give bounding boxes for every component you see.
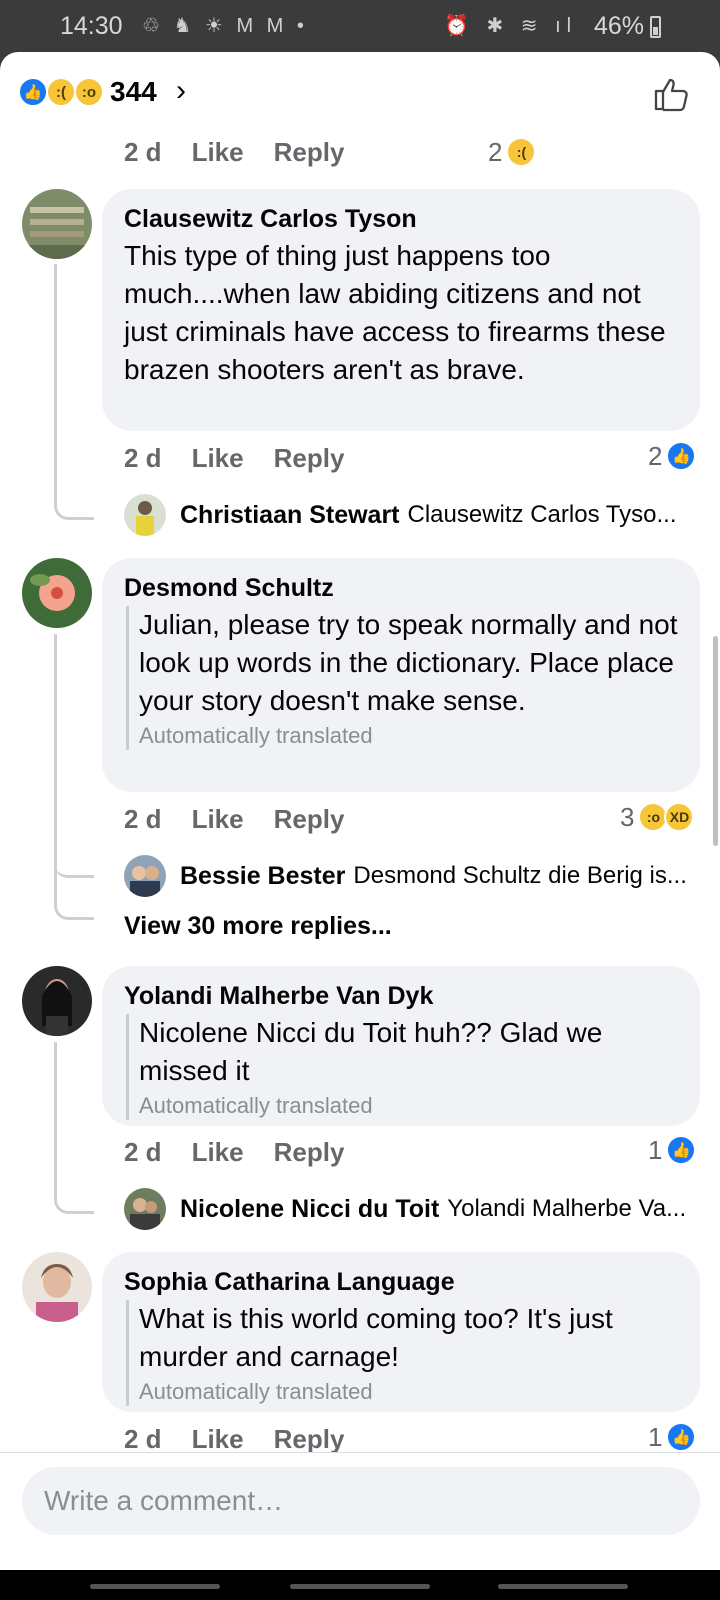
like-button[interactable]: Like [192, 1137, 244, 1168]
battery-percent: 46% [594, 12, 645, 40]
translated-block: Nicolene Nicci du Toit huh?? Glad we mis… [126, 1014, 678, 1120]
reply-author[interactable]: Christiaan Stewart [180, 501, 400, 530]
comment-text: Julian, please try to speak normally and… [139, 609, 678, 716]
reaction-tally-count: 3 [620, 801, 635, 832]
comment-actions: 2 d Like Reply [124, 134, 344, 170]
reply-button[interactable]: Reply [274, 443, 345, 474]
reply-button[interactable]: Reply [274, 1424, 345, 1455]
auto-translated-label[interactable]: Automatically translated [139, 1378, 678, 1406]
reply-snippet: Clausewitz Carlos Tyso... [407, 501, 677, 528]
reply-avatar[interactable] [124, 855, 166, 897]
thread-line [54, 870, 94, 920]
reply-snippet: Desmond Schultz die Berig is... [353, 862, 687, 889]
comment-bubble[interactable]: Clausewitz Carlos Tyson This type of thi… [102, 189, 700, 431]
comment-text: What is this world coming too? It's just… [139, 1303, 613, 1372]
comment-author[interactable]: Sophia Catharina Language [124, 1266, 678, 1298]
auto-translated-label[interactable]: Automatically translated [139, 722, 678, 750]
comment-time: 2 d [124, 803, 162, 834]
comment-author[interactable]: Desmond Schultz [124, 572, 678, 604]
wow-reaction-icon: :o [74, 77, 104, 107]
thread-line [54, 1042, 94, 1214]
like-reaction-icon: 👍 [666, 1135, 697, 1165]
reply-author[interactable]: Bessie Bester [180, 862, 345, 891]
status-time: 14:30 [60, 12, 123, 40]
reaction-tally-count: 2 [648, 440, 663, 471]
avatar[interactable] [22, 966, 92, 1036]
sad-reaction-icon: :( [46, 77, 76, 107]
reaction-tally[interactable]: 2 👍 [648, 438, 697, 474]
reply-avatar[interactable] [124, 494, 166, 536]
recents-nav-button[interactable] [90, 1584, 220, 1589]
chevron-right-icon[interactable]: › [176, 74, 186, 108]
comment-time: 2 d [124, 442, 162, 473]
avatar[interactable] [22, 558, 92, 628]
system-icons: ⏰ ✱ ≋ ıl [444, 15, 578, 37]
reply-author[interactable]: Nicolene Nicci du Toit [180, 1195, 439, 1224]
like-reaction-icon: 👍 [666, 441, 697, 471]
reactions-header[interactable]: 👍 :( :o 344 › [0, 52, 720, 132]
sad-reaction-icon: :( [506, 137, 537, 167]
scrollbar[interactable] [713, 636, 718, 846]
comment-bubble[interactable]: Yolandi Malherbe Van Dyk Nicolene Nicci … [102, 966, 700, 1126]
reaction-tally-count: 2 [488, 136, 503, 167]
reply-button[interactable]: Reply [274, 1137, 345, 1168]
status-bar: 14:30 ♲ ♞ ☀ M M • ⏰ ✱ ≋ ıl 46% [0, 0, 720, 52]
translated-block: Julian, please try to speak normally and… [126, 606, 678, 750]
comment-author[interactable]: Clausewitz Carlos Tyson [124, 203, 678, 235]
like-button[interactable]: Like [192, 804, 244, 835]
comment-text: Nicolene Nicci du Toit huh?? Glad we mis… [139, 1017, 603, 1086]
system-nav-bar [0, 1570, 720, 1600]
reaction-tally[interactable]: 1 👍 [648, 1132, 697, 1168]
comment-input[interactable] [44, 1485, 678, 1517]
reaction-tally[interactable]: 3 :o XD [620, 799, 695, 835]
like-button[interactable]: Like [192, 137, 244, 168]
avatar[interactable] [22, 1252, 92, 1322]
comment-text: This type of thing just happens too much… [124, 240, 666, 385]
like-reaction-icon: 👍 [18, 77, 48, 107]
battery-icon [650, 16, 661, 38]
comment-bubble[interactable]: Sophia Catharina Language What is this w… [102, 1252, 700, 1412]
reply-button[interactable]: Reply [274, 137, 345, 168]
like-button[interactable]: Like [192, 1424, 244, 1455]
comment-time: 2 d [124, 1136, 162, 1167]
reply-avatar[interactable] [124, 1188, 166, 1230]
reaction-tally-count: 1 [648, 1134, 663, 1165]
auto-translated-label[interactable]: Automatically translated [139, 1092, 678, 1120]
reply-preview[interactable]: Bessie Bester Desmond Schultz die Berig … [180, 855, 687, 897]
thread-line [54, 634, 57, 870]
composer-bar [0, 1452, 720, 1570]
back-nav-button[interactable] [498, 1584, 628, 1589]
haha-reaction-icon: XD [664, 802, 695, 832]
like-thumb-icon[interactable] [652, 74, 692, 114]
comments-sheet: 👍 :( :o 344 › 2 d Like Reply 2 :( Clause… [0, 52, 720, 1570]
comment-actions: 2 d Like Reply [124, 440, 344, 476]
reaction-tally[interactable]: 1 👍 [648, 1419, 697, 1455]
comment-bubble[interactable]: Desmond Schultz Julian, please try to sp… [102, 558, 700, 792]
reply-preview[interactable]: Christiaan Stewart Clausewitz Carlos Tys… [180, 494, 677, 536]
reaction-tally[interactable]: 2 :( [488, 134, 537, 170]
notification-icons: ♲ ♞ ☀ M M • [142, 15, 308, 37]
reply-snippet: Yolandi Malherbe Va... [447, 1195, 687, 1222]
comment-author[interactable]: Yolandi Malherbe Van Dyk [124, 980, 678, 1012]
like-reaction-icon: 👍 [666, 1422, 697, 1452]
comment-actions: 2 d Like Reply [124, 801, 344, 837]
like-button[interactable]: Like [192, 443, 244, 474]
avatar[interactable] [22, 189, 92, 259]
comment-time: 2 d [124, 136, 162, 167]
reaction-count[interactable]: 344 [110, 76, 157, 108]
reaction-tally-count: 1 [648, 1421, 663, 1452]
comment-time: 2 d [124, 1423, 162, 1454]
home-nav-button[interactable] [290, 1584, 430, 1589]
reply-button[interactable]: Reply [274, 804, 345, 835]
comment-actions: 2 d Like Reply [124, 1134, 344, 1170]
view-more-replies-link[interactable]: View 30 more replies... [124, 912, 392, 941]
thread-line [54, 264, 94, 520]
comment-composer[interactable] [22, 1467, 700, 1535]
reply-preview[interactable]: Nicolene Nicci du Toit Yolandi Malherbe … [180, 1188, 686, 1230]
translated-block: What is this world coming too? It's just… [126, 1300, 678, 1406]
